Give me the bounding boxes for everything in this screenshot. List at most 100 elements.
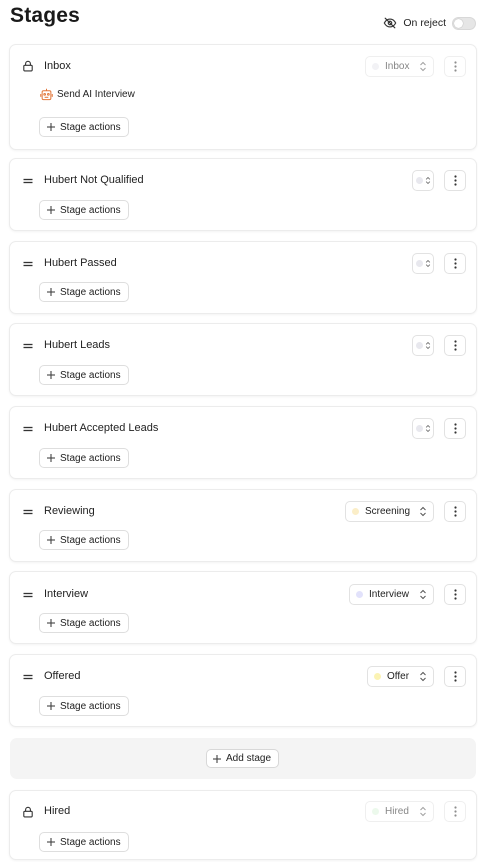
stage-name: Hubert Leads: [44, 339, 111, 351]
stage-type-label: Hired: [385, 806, 409, 817]
drag-handle-icon[interactable]: [22, 506, 34, 518]
drag-handle-icon[interactable]: [22, 258, 34, 270]
more-vertical-icon: [453, 340, 457, 351]
stage-card-interview: Interview Interview Stage actions: [9, 571, 477, 644]
plus-icon: [47, 123, 55, 131]
add-stage-area: Add stage: [10, 738, 476, 779]
more-vertical-icon: [453, 671, 457, 682]
stage-actions-label: Stage actions: [60, 534, 121, 546]
automation-item[interactable]: Send AI Interview: [40, 88, 135, 101]
chevron-up-down-icon: [420, 506, 426, 517]
stage-more-button[interactable]: [444, 584, 466, 605]
status-dot: [374, 673, 381, 680]
status-dot: [416, 342, 423, 349]
stage-name: Hubert Accepted Leads: [44, 422, 159, 434]
stage-actions-button[interactable]: Stage actions: [39, 613, 129, 633]
robot-icon: [40, 88, 53, 101]
drag-handle-icon[interactable]: [22, 423, 34, 435]
plus-icon: [213, 754, 221, 763]
stages-header: Stages On reject: [10, 4, 478, 38]
status-dot: [372, 808, 379, 815]
add-stage-button[interactable]: Add stage: [206, 749, 280, 768]
stage-more-button[interactable]: [444, 501, 466, 522]
stage-type-label: Offer: [387, 671, 410, 682]
stage-actions-button[interactable]: Stage actions: [39, 200, 129, 220]
on-reject-label: On reject: [403, 17, 446, 29]
drag-handle-icon[interactable]: [22, 589, 34, 601]
more-vertical-icon: [453, 806, 457, 817]
more-vertical-icon: [453, 506, 457, 517]
chevron-up-down-icon: [425, 424, 431, 433]
stage-more-button[interactable]: [444, 666, 466, 687]
drag-handle-icon[interactable]: [22, 340, 34, 352]
stage-type-select[interactable]: Hired: [365, 801, 434, 822]
plus-icon: [47, 619, 55, 627]
stage-name: Interview: [44, 588, 89, 600]
stage-actions-button[interactable]: Stage actions: [39, 448, 129, 468]
stage-type-select[interactable]: [412, 170, 434, 191]
status-dot: [372, 63, 379, 70]
toggle-knob: [454, 18, 463, 28]
stage-actions-label: Stage actions: [60, 452, 121, 464]
stage-card-hired: Hired Hired Stage actions: [9, 790, 477, 860]
drag-handle-icon[interactable]: [22, 175, 34, 187]
status-dot: [416, 177, 423, 184]
more-vertical-icon: [453, 589, 457, 600]
plus-icon: [47, 536, 55, 544]
stage-type-select[interactable]: Inbox: [365, 56, 434, 77]
more-vertical-icon: [453, 175, 457, 186]
chevron-up-down-icon: [425, 259, 431, 268]
lock-icon: [23, 806, 33, 818]
more-vertical-icon: [453, 258, 457, 269]
stage-name: Offered: [44, 670, 81, 682]
stage-name: Hired: [44, 805, 71, 817]
chevron-up-down-icon: [425, 341, 431, 350]
automation-label: Send AI Interview: [57, 89, 135, 100]
stage-actions-button[interactable]: Stage actions: [39, 117, 129, 137]
on-reject-toggle[interactable]: [452, 16, 476, 30]
stage-more-button[interactable]: [444, 801, 466, 822]
plus-icon: [47, 288, 55, 296]
stage-type-select[interactable]: Offer: [367, 666, 434, 687]
stage-card-inbox: Inbox Inbox Send AI Interview Stage acti…: [9, 44, 477, 150]
stage-card-hubert-leads: Hubert Leads Stage actions: [9, 323, 477, 396]
stage-type-select[interactable]: [412, 418, 434, 439]
stage-name: Reviewing: [44, 505, 95, 517]
stage-name: Hubert Passed: [44, 257, 117, 269]
more-vertical-icon: [453, 423, 457, 434]
more-vertical-icon: [453, 61, 457, 72]
stage-type-select[interactable]: [412, 253, 434, 274]
stage-more-button[interactable]: [444, 253, 466, 274]
stage-more-button[interactable]: [444, 56, 466, 77]
stage-card-hubert-not-qualified: Hubert Not Qualified Stage actions: [9, 158, 477, 231]
stage-actions-button[interactable]: Stage actions: [39, 365, 129, 385]
plus-icon: [47, 206, 55, 214]
stage-actions-button[interactable]: Stage actions: [39, 832, 129, 852]
stage-more-button[interactable]: [444, 170, 466, 191]
chevron-up-down-icon: [420, 589, 426, 600]
on-reject-control[interactable]: On reject: [383, 16, 476, 30]
add-stage-label: Add stage: [226, 753, 272, 764]
stage-type-label: Inbox: [385, 61, 410, 72]
stage-actions-button[interactable]: Stage actions: [39, 282, 129, 302]
stage-actions-button[interactable]: Stage actions: [39, 696, 129, 716]
stage-actions-label: Stage actions: [60, 836, 121, 848]
stage-name: Hubert Not Qualified: [44, 174, 144, 186]
chevron-up-down-icon: [420, 61, 426, 72]
stage-type-select[interactable]: Interview: [349, 584, 434, 605]
stage-type-select[interactable]: [412, 335, 434, 356]
plus-icon: [47, 838, 55, 846]
stage-more-button[interactable]: [444, 418, 466, 439]
stage-name: Inbox: [44, 60, 71, 72]
stage-more-button[interactable]: [444, 335, 466, 356]
drag-handle-icon[interactable]: [22, 671, 34, 683]
chevron-up-down-icon: [420, 671, 426, 682]
stage-actions-label: Stage actions: [60, 617, 121, 629]
stage-actions-label: Stage actions: [60, 369, 121, 381]
stage-card-reviewing: Reviewing Screening Stage actions: [9, 489, 477, 562]
chevron-up-down-icon: [425, 176, 431, 185]
stage-actions-button[interactable]: Stage actions: [39, 530, 129, 550]
stage-type-select[interactable]: Screening: [345, 501, 434, 522]
page-title: Stages: [10, 4, 81, 27]
status-dot: [356, 591, 363, 598]
